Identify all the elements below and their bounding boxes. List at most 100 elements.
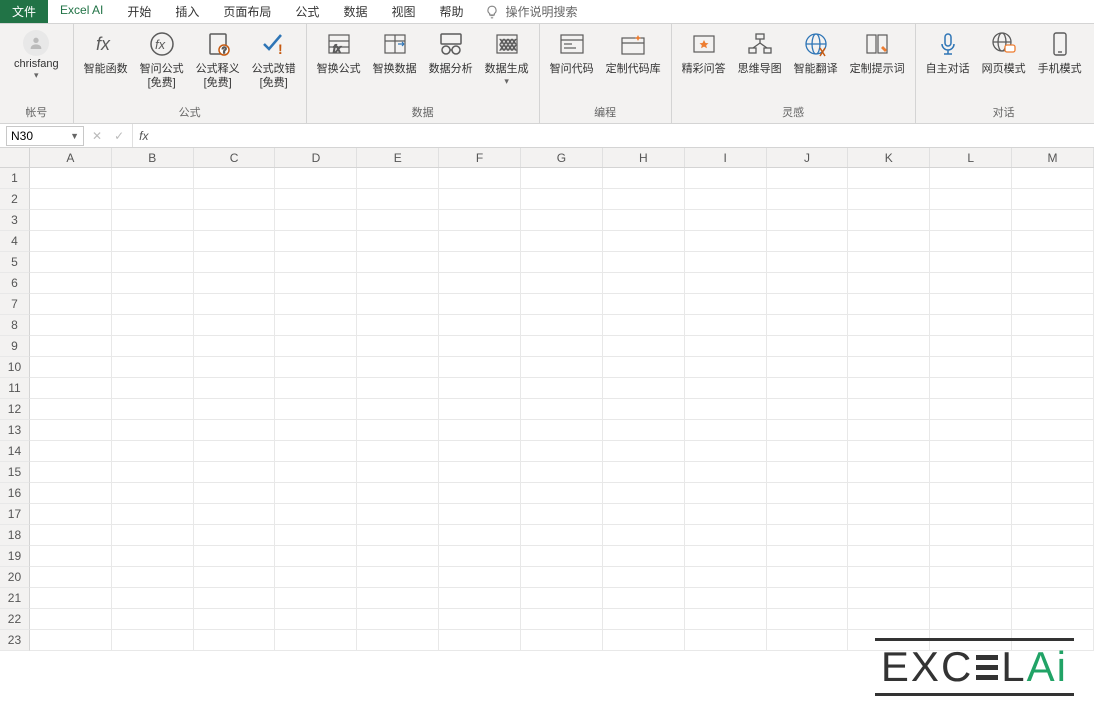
cell[interactable] [439, 378, 521, 399]
cell[interactable] [112, 546, 194, 567]
cell[interactable] [112, 441, 194, 462]
translate-button[interactable]: 智能翻译 [788, 26, 844, 78]
cell[interactable] [603, 315, 685, 336]
cell[interactable] [357, 315, 439, 336]
cell[interactable] [439, 609, 521, 630]
column-header[interactable]: H [603, 148, 685, 167]
cell[interactable] [275, 294, 357, 315]
cell[interactable] [848, 210, 930, 231]
data-analysis-button[interactable]: 数据分析 [423, 26, 479, 78]
cell[interactable] [685, 336, 767, 357]
cell[interactable] [930, 315, 1012, 336]
cell[interactable] [275, 189, 357, 210]
account-button[interactable]: chrisfang ▾ [4, 26, 69, 81]
cell[interactable] [275, 231, 357, 252]
cell[interactable] [439, 189, 521, 210]
cell[interactable] [439, 630, 521, 651]
cell[interactable] [1012, 189, 1094, 210]
cell[interactable] [357, 483, 439, 504]
cell[interactable] [1012, 483, 1094, 504]
cell[interactable] [194, 189, 276, 210]
cell[interactable] [767, 462, 849, 483]
cell[interactable] [930, 336, 1012, 357]
cell[interactable] [767, 420, 849, 441]
cell[interactable] [521, 399, 603, 420]
web-mode-button[interactable]: 网页模式 [976, 26, 1032, 78]
column-header[interactable]: B [112, 148, 194, 167]
cell[interactable] [112, 630, 194, 651]
cell[interactable] [357, 210, 439, 231]
cell[interactable] [30, 189, 112, 210]
cell[interactable] [603, 210, 685, 231]
cell[interactable] [521, 252, 603, 273]
cell[interactable] [439, 441, 521, 462]
cell[interactable] [603, 630, 685, 651]
cell[interactable] [194, 462, 276, 483]
row-header[interactable]: 15 [0, 462, 30, 483]
mindmap-button[interactable]: 思维导图 [732, 26, 788, 78]
row-header[interactable]: 18 [0, 525, 30, 546]
cell[interactable] [112, 504, 194, 525]
cell[interactable] [1012, 273, 1094, 294]
cell[interactable] [112, 294, 194, 315]
cell[interactable] [112, 567, 194, 588]
cell[interactable] [685, 273, 767, 294]
row-header[interactable]: 7 [0, 294, 30, 315]
cell[interactable] [275, 462, 357, 483]
cell[interactable] [30, 231, 112, 252]
cell[interactable] [767, 231, 849, 252]
cell[interactable] [848, 315, 930, 336]
data-gen-button[interactable]: XXXXXXXX 数据生成 ▾ [479, 26, 535, 89]
row-header[interactable]: 16 [0, 483, 30, 504]
cell[interactable] [275, 567, 357, 588]
cell[interactable] [930, 189, 1012, 210]
column-header[interactable]: D [275, 148, 357, 167]
cell[interactable] [603, 609, 685, 630]
cell[interactable] [275, 588, 357, 609]
cell[interactable] [357, 441, 439, 462]
cell[interactable] [30, 168, 112, 189]
cell[interactable] [194, 546, 276, 567]
cell[interactable] [112, 525, 194, 546]
cell[interactable] [357, 567, 439, 588]
cell[interactable] [30, 294, 112, 315]
cell[interactable] [275, 420, 357, 441]
cell[interactable] [194, 525, 276, 546]
cell[interactable] [603, 462, 685, 483]
cell[interactable] [357, 357, 439, 378]
row-header[interactable]: 8 [0, 315, 30, 336]
cell[interactable] [194, 252, 276, 273]
column-header[interactable]: E [357, 148, 439, 167]
cell[interactable] [357, 168, 439, 189]
column-header[interactable]: C [194, 148, 276, 167]
cell[interactable] [357, 273, 439, 294]
cell[interactable] [767, 336, 849, 357]
column-header[interactable]: I [685, 148, 767, 167]
cell[interactable] [603, 294, 685, 315]
cell[interactable] [767, 525, 849, 546]
row-header[interactable]: 1 [0, 168, 30, 189]
cell[interactable] [275, 378, 357, 399]
cell[interactable] [848, 252, 930, 273]
cell[interactable] [603, 231, 685, 252]
cell[interactable] [194, 315, 276, 336]
tab-layout[interactable]: 页面布局 [211, 0, 283, 23]
cell[interactable] [30, 567, 112, 588]
cell[interactable] [439, 357, 521, 378]
cell[interactable] [521, 609, 603, 630]
cell[interactable] [848, 420, 930, 441]
cell[interactable] [767, 546, 849, 567]
cell[interactable] [930, 168, 1012, 189]
cell[interactable] [112, 609, 194, 630]
cell[interactable] [603, 420, 685, 441]
cell[interactable] [848, 567, 930, 588]
cell[interactable] [685, 441, 767, 462]
cell[interactable] [275, 273, 357, 294]
cell[interactable] [767, 483, 849, 504]
cell[interactable] [357, 609, 439, 630]
cell[interactable] [685, 231, 767, 252]
cell[interactable] [112, 462, 194, 483]
cell[interactable] [685, 357, 767, 378]
cell[interactable] [685, 525, 767, 546]
cell[interactable] [521, 168, 603, 189]
